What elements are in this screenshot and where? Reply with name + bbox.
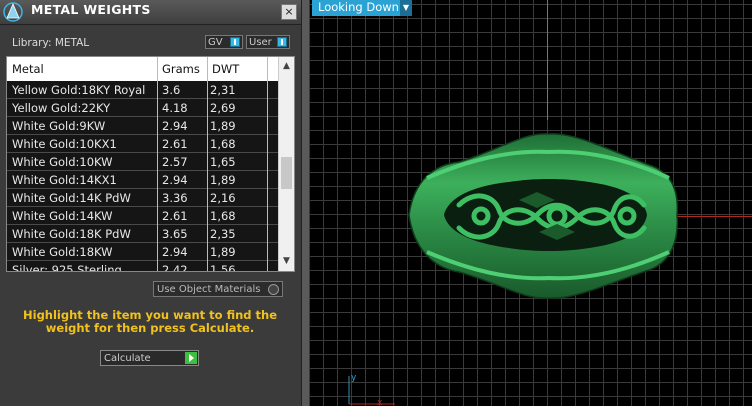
- gizmo-x-label: x: [377, 398, 383, 406]
- panel-title: METAL WEIGHTS: [31, 2, 151, 17]
- user-toggle-icon: [277, 37, 287, 47]
- metal-cell: White Gold:9KW: [12, 119, 106, 133]
- gv-button[interactable]: GV: [205, 35, 243, 49]
- view-label: Looking Down: [318, 0, 399, 14]
- dwt-cell: 1,89: [210, 245, 236, 259]
- header-metal[interactable]: Metal: [12, 62, 44, 76]
- column-divider: [157, 57, 158, 271]
- axis-gizmo-icon: y x: [348, 373, 395, 406]
- table-row[interactable]: White Gold:14KX1 2.94 1,89: [7, 171, 279, 189]
- column-divider: [207, 57, 208, 271]
- play-icon: [185, 352, 197, 364]
- metal-cell: Yellow Gold:22KY: [12, 101, 111, 115]
- metal-cell: White Gold:10KX1: [12, 137, 117, 151]
- grams-cell: 3.6: [162, 83, 181, 97]
- dwt-cell: 2,16: [210, 191, 236, 205]
- 3d-viewport[interactable]: Looking Down ▼ y x: [309, 0, 752, 406]
- metal-cell: White Gold:14KX1: [12, 173, 117, 187]
- gizmo-y-label: y: [351, 373, 357, 383]
- dwt-cell: 1,65: [210, 155, 236, 169]
- metal-cell: White Gold:18K PdW: [12, 227, 131, 241]
- grams-cell: 2.61: [162, 209, 188, 223]
- dwt-cell: 1,89: [210, 173, 236, 187]
- metal-cell: White Gold:14K PdW: [12, 191, 131, 205]
- calculate-button[interactable]: Calculate: [100, 350, 199, 366]
- metal-cell: Yellow Gold:18KY Royal: [12, 83, 146, 97]
- grams-cell: 2.94: [162, 119, 188, 133]
- table-row[interactable]: White Gold:10KX1 2.61 1,68: [7, 135, 279, 153]
- dwt-cell: 1,56: [210, 263, 236, 272]
- table-row[interactable]: White Gold:10KW 2.57 1,65: [7, 153, 279, 171]
- grams-cell: 3.36: [162, 191, 188, 205]
- user-button[interactable]: User: [246, 35, 290, 49]
- calculate-label: Calculate: [104, 353, 151, 364]
- metal-cell: White Gold:18KW: [12, 245, 113, 259]
- table-row[interactable]: Silver:.925 Sterling 2.42 1,56: [7, 261, 279, 272]
- table-row[interactable]: Yellow Gold:18KY Royal 3.6 2,31: [7, 81, 279, 99]
- dwt-cell: 2,31: [210, 83, 236, 97]
- scroll-down-icon[interactable]: ▼: [282, 257, 291, 266]
- hint-text: Highlight the item you want to find the …: [23, 308, 277, 335]
- grams-cell: 3.65: [162, 227, 188, 241]
- scroll-thumb[interactable]: [281, 157, 292, 189]
- table-row[interactable]: Yellow Gold:22KY 4.18 2,69: [7, 99, 279, 117]
- scroll-up-icon[interactable]: ▲: [282, 62, 291, 71]
- dwt-cell: 2,35: [210, 227, 236, 241]
- grams-cell: 2.42: [162, 263, 188, 272]
- dwt-cell: 2,69: [210, 101, 236, 115]
- view-selector[interactable]: Looking Down: [312, 0, 412, 16]
- gv-toggle-icon: [230, 37, 240, 47]
- close-button[interactable]: ×: [281, 4, 297, 20]
- grams-cell: 2.94: [162, 245, 188, 259]
- panel-titlebar: METAL WEIGHTS ×: [0, 0, 301, 25]
- metal-cell: Silver:.925 Sterling: [12, 263, 122, 272]
- chevron-down-icon[interactable]: ▼: [400, 0, 412, 16]
- metal-weights-panel: METAL WEIGHTS × Library: METAL GV User M…: [0, 0, 301, 406]
- table-rows: Yellow Gold:18KY Royal 3.6 2,31 Yellow Gold…: [7, 81, 279, 272]
- table-row[interactable]: White Gold:14K PdW 3.36 2,16: [7, 189, 279, 207]
- header-grams[interactable]: Grams: [162, 62, 200, 76]
- metal-cell: White Gold:14KW: [12, 209, 113, 223]
- ring-model[interactable]: [309, 0, 752, 406]
- library-label: Library: METAL: [12, 37, 90, 49]
- table-row[interactable]: White Gold:18K PdW 3.65 2,35: [7, 225, 279, 243]
- dwt-cell: 1,68: [210, 209, 236, 223]
- use-object-materials-option[interactable]: Use Object Materials: [153, 281, 283, 297]
- app-logo-icon: [3, 2, 23, 22]
- table-row[interactable]: White Gold:18KW 2.94 1,89: [7, 243, 279, 261]
- table-scrollbar[interactable]: ▲ ▼: [278, 57, 294, 271]
- table-row[interactable]: White Gold:14KW 2.61 1,68: [7, 207, 279, 225]
- user-label: User: [249, 37, 272, 48]
- grams-cell: 4.18: [162, 101, 188, 115]
- table-header: Metal Grams DWT: [7, 57, 279, 82]
- dwt-cell: 1,68: [210, 137, 236, 151]
- metal-cell: White Gold:10KW: [12, 155, 113, 169]
- header-dwt[interactable]: DWT: [212, 62, 239, 76]
- gv-label: GV: [208, 37, 223, 48]
- grams-cell: 2.57: [162, 155, 188, 169]
- grams-cell: 2.61: [162, 137, 188, 151]
- column-divider: [267, 57, 268, 271]
- grams-cell: 2.94: [162, 173, 188, 187]
- radio-icon[interactable]: [268, 284, 279, 295]
- dwt-cell: 1,89: [210, 119, 236, 133]
- metal-table: Metal Grams DWT Yellow Gold:18KY Royal 3.…: [6, 56, 295, 272]
- table-row[interactable]: White Gold:9KW 2.94 1,89: [7, 117, 279, 135]
- use-object-materials-label: Use Object Materials: [157, 284, 261, 295]
